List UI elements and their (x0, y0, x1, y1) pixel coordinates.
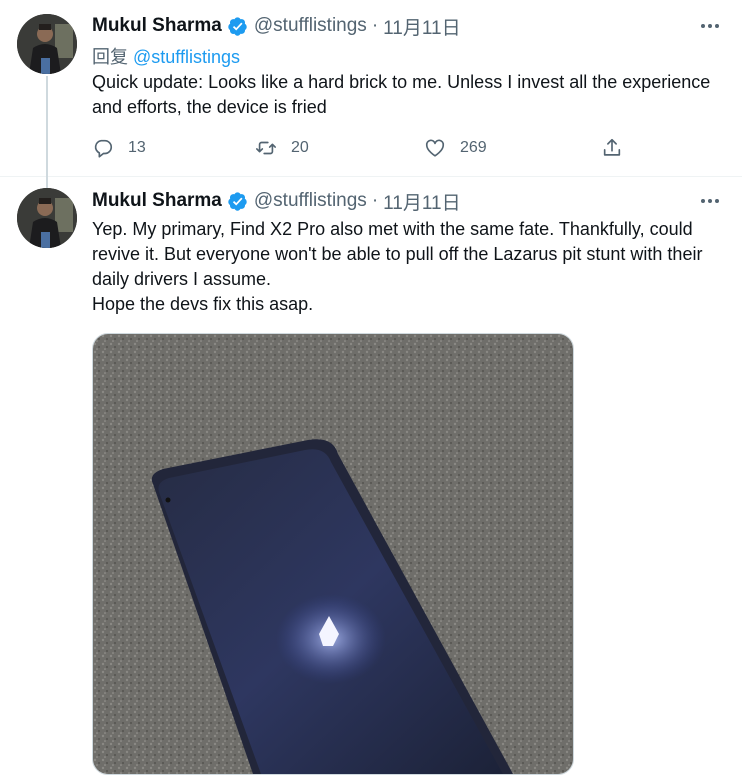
separator: · (371, 15, 379, 36)
verified-badge-icon (228, 191, 247, 211)
tweet-2[interactable]: Mukul Sharma @stufflistings · 11月11日 Yep… (0, 177, 742, 775)
tweet-1[interactable]: Mukul Sharma @stufflistings · 11月11日 回复 … (0, 0, 742, 192)
retweet-count: 20 (291, 139, 309, 156)
tweet-text-paragraph: Hope the devs fix this asap. (92, 294, 314, 314)
tweet-media-photo[interactable] (92, 333, 574, 775)
more-icon (701, 24, 719, 28)
more-button[interactable] (696, 12, 724, 40)
tweet-text: Quick update: Looks like a hard brick to… (92, 70, 724, 120)
like-count: 269 (460, 139, 487, 156)
more-button[interactable] (696, 187, 724, 215)
share-button[interactable] (601, 134, 623, 162)
reply-mention-link[interactable]: @stufflistings (133, 47, 240, 67)
handle[interactable]: @stufflistings (254, 15, 367, 37)
retweet-button[interactable]: 20 (255, 134, 309, 162)
like-button[interactable]: 269 (424, 134, 487, 162)
tweet-text-paragraph: Quick update: Looks like a hard brick to… (92, 72, 711, 117)
phone-photo (93, 334, 573, 774)
retweet-icon (256, 141, 276, 155)
handle[interactable]: @stufflistings (254, 190, 367, 212)
timestamp[interactable]: 11月11日 (383, 13, 460, 40)
share-icon (603, 138, 621, 156)
more-icon (701, 199, 719, 203)
reply-context: 回复 @stufflistings (92, 43, 240, 69)
reply-prefix: 回复 (92, 47, 128, 67)
thread-line (46, 76, 48, 192)
tweet-text: Yep. My primary, Find X2 Pro also met wi… (92, 217, 724, 317)
display-name[interactable]: Mukul Sharma (92, 190, 222, 212)
tweet-header: Mukul Sharma @stufflistings · 11月11日 (92, 13, 461, 40)
avatar[interactable] (17, 14, 77, 74)
reply-button[interactable]: 13 (92, 134, 146, 162)
separator: · (371, 190, 379, 211)
tweet-text-paragraph: Yep. My primary, Find X2 Pro also met wi… (92, 219, 703, 289)
display-name[interactable]: Mukul Sharma (92, 15, 222, 37)
verified-badge-icon (228, 16, 247, 36)
action-bar: 13 20 269 (92, 134, 692, 162)
like-icon (425, 139, 445, 157)
avatar[interactable] (17, 188, 77, 248)
reply-icon (94, 139, 113, 158)
reply-count: 13 (128, 139, 146, 156)
tweet-header: Mukul Sharma @stufflistings · 11月11日 (92, 188, 461, 215)
timestamp[interactable]: 11月11日 (383, 188, 460, 215)
